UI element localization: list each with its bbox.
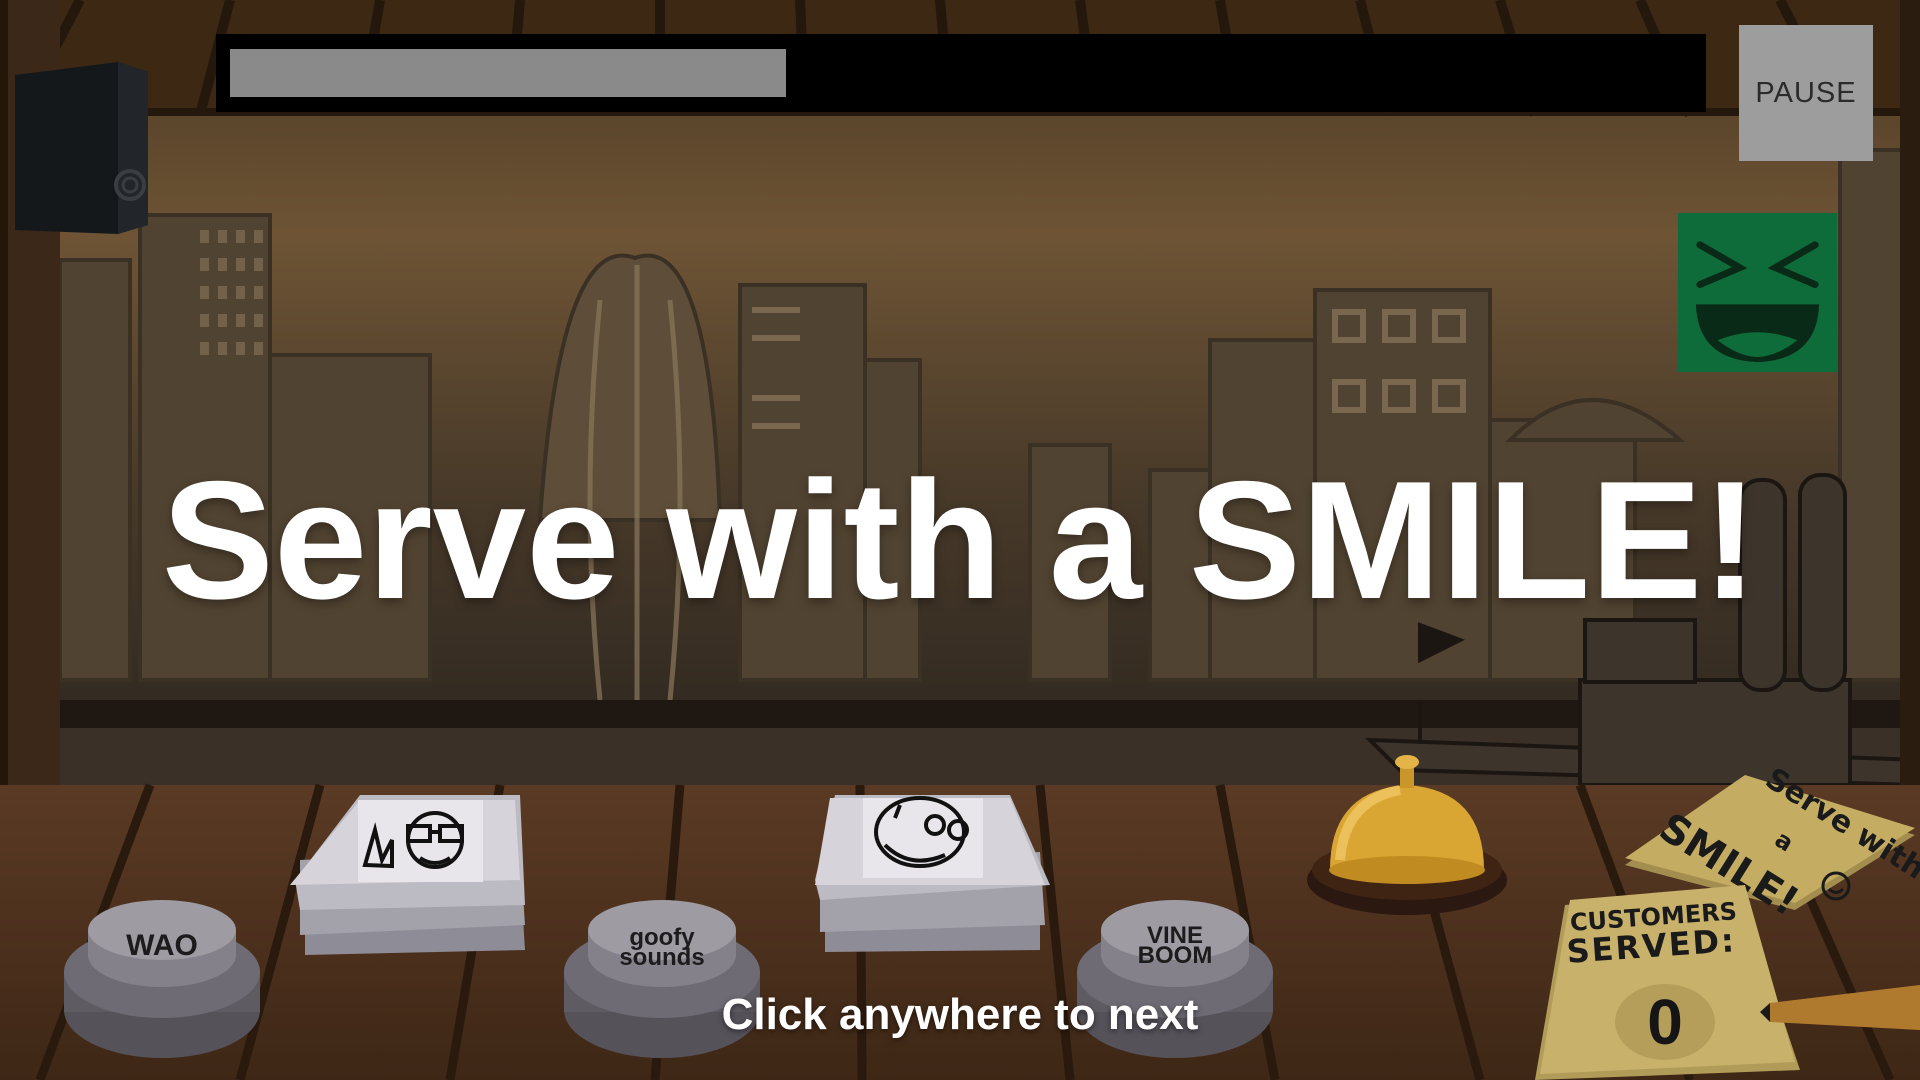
svg-text:WAO: WAO bbox=[126, 929, 198, 962]
tutorial-banner-text: Serve with a SMILE! bbox=[161, 446, 1759, 634]
paper-stack-right[interactable] bbox=[815, 795, 1050, 952]
svg-text:VINEBOOM: VINE BOOM bbox=[1138, 922, 1213, 969]
progress-fill bbox=[230, 49, 786, 97]
svg-text:goofysounds: goofy sounds bbox=[619, 924, 704, 971]
shift-progress-bar bbox=[216, 34, 1706, 112]
pause-button[interactable]: PAUSE bbox=[1739, 25, 1873, 161]
speaker-icon bbox=[15, 62, 148, 234]
customers-served-count: 0 bbox=[1647, 986, 1683, 1058]
laughing-face-icon bbox=[1678, 213, 1837, 372]
game-screen[interactable]: WAO goofy sounds VINE BOOM Serve with a … bbox=[0, 0, 1920, 1080]
